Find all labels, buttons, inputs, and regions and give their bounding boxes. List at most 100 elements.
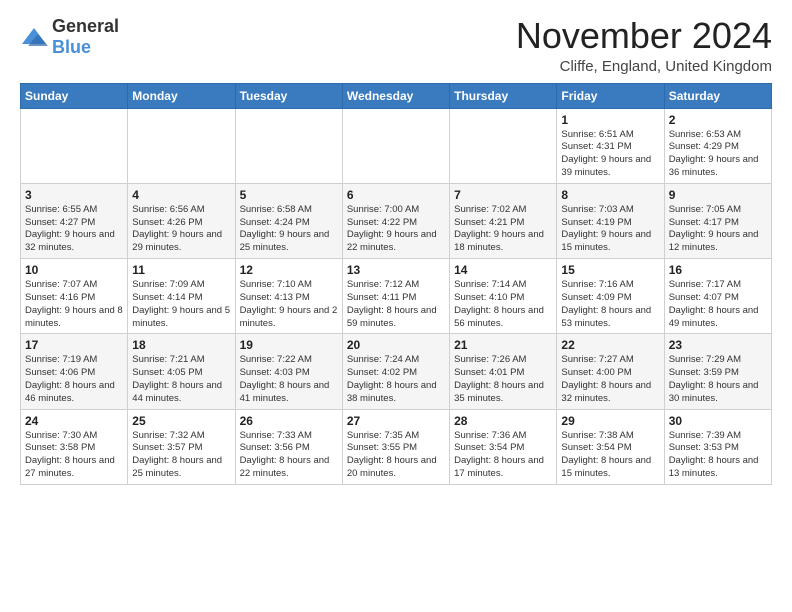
day-number: 14 — [454, 263, 552, 277]
day-number: 5 — [240, 188, 338, 202]
day-number: 11 — [132, 263, 230, 277]
calendar-week-row: 1 Sunrise: 6:51 AM Sunset: 4:31 PM Daylig… — [21, 108, 772, 183]
calendar-cell: 4 Sunrise: 6:56 AM Sunset: 4:26 PM Daylig… — [128, 183, 235, 258]
day-info: Sunrise: 6:55 AM Sunset: 4:27 PM Dayligh… — [25, 204, 123, 255]
calendar-cell: 12 Sunrise: 7:10 AM Sunset: 4:13 PM Dayli… — [235, 259, 342, 334]
calendar-cell: 29 Sunrise: 7:38 AM Sunset: 3:54 PM Dayli… — [557, 409, 664, 484]
calendar-week-row: 17Sunrise: 7:19 AM Sunset: 4:06 PM Dayli… — [21, 334, 772, 409]
calendar-cell: 19 Sunrise: 7:22 AM Sunset: 4:03 PM Dayli… — [235, 334, 342, 409]
calendar-cell: 3 Sunrise: 6:55 AM Sunset: 4:27 PM Daylig… — [21, 183, 128, 258]
day-info: Sunrise: 7:07 AM Sunset: 4:16 PM Dayligh… — [25, 279, 123, 330]
header-saturday: Saturday — [664, 83, 771, 108]
day-info: Sunrise: 7:30 AM Sunset: 3:58 PM Dayligh… — [25, 430, 123, 481]
calendar-cell: 1 Sunrise: 6:51 AM Sunset: 4:31 PM Daylig… — [557, 108, 664, 183]
day-number: 20 — [347, 338, 445, 352]
day-info: Sunrise: 7:14 AM Sunset: 4:10 PM Dayligh… — [454, 279, 552, 330]
calendar-cell: 7Sunrise: 7:02 AM Sunset: 4:21 PM Daylig… — [450, 183, 557, 258]
day-number: 13 — [347, 263, 445, 277]
page: General Blue November 2024 Cliffe, Engla… — [0, 0, 792, 495]
calendar-cell: 2Sunrise: 6:53 AM Sunset: 4:29 PM Daylig… — [664, 108, 771, 183]
logo-text: General Blue — [52, 16, 119, 58]
day-info: Sunrise: 7:33 AM Sunset: 3:56 PM Dayligh… — [240, 430, 338, 481]
header-friday: Friday — [557, 83, 664, 108]
calendar-cell: 11 Sunrise: 7:09 AM Sunset: 4:14 PM Dayli… — [128, 259, 235, 334]
day-number: 16 — [669, 263, 767, 277]
header: General Blue November 2024 Cliffe, Engla… — [20, 16, 772, 75]
calendar-cell: 20 Sunrise: 7:24 AM Sunset: 4:02 PM Dayli… — [342, 334, 449, 409]
day-number: 25 — [132, 414, 230, 428]
calendar-cell: 26 Sunrise: 7:33 AM Sunset: 3:56 PM Dayli… — [235, 409, 342, 484]
day-info: Sunrise: 7:16 AM Sunset: 4:09 PM Dayligh… — [561, 279, 659, 330]
day-info: Sunrise: 7:21 AM Sunset: 4:05 PM Dayligh… — [132, 354, 230, 405]
header-thursday: Thursday — [450, 83, 557, 108]
weekday-header-row: Sunday Monday Tuesday Wednesday Thursday… — [21, 83, 772, 108]
calendar-cell: 15 Sunrise: 7:16 AM Sunset: 4:09 PM Dayli… — [557, 259, 664, 334]
day-number: 28 — [454, 414, 552, 428]
day-number: 18 — [132, 338, 230, 352]
day-info: Sunrise: 7:38 AM Sunset: 3:54 PM Dayligh… — [561, 430, 659, 481]
day-number: 15 — [561, 263, 659, 277]
day-info: Sunrise: 6:56 AM Sunset: 4:26 PM Dayligh… — [132, 204, 230, 255]
day-number: 26 — [240, 414, 338, 428]
calendar-cell: 13 Sunrise: 7:12 AM Sunset: 4:11 PM Dayli… — [342, 259, 449, 334]
calendar-cell: 10 Sunrise: 7:07 AM Sunset: 4:16 PM Dayli… — [21, 259, 128, 334]
day-number: 22 — [561, 338, 659, 352]
calendar-cell — [235, 108, 342, 183]
day-info: Sunrise: 7:24 AM Sunset: 4:02 PM Dayligh… — [347, 354, 445, 405]
logo-general: General — [52, 16, 119, 36]
calendar-cell: 27 Sunrise: 7:35 AM Sunset: 3:55 PM Dayli… — [342, 409, 449, 484]
day-number: 10 — [25, 263, 123, 277]
day-number: 30 — [669, 414, 767, 428]
day-number: 27 — [347, 414, 445, 428]
calendar-cell: 17Sunrise: 7:19 AM Sunset: 4:06 PM Dayli… — [21, 334, 128, 409]
calendar-cell — [342, 108, 449, 183]
day-number: 3 — [25, 188, 123, 202]
calendar-week-row: 24Sunrise: 7:30 AM Sunset: 3:58 PM Dayli… — [21, 409, 772, 484]
day-number: 8 — [561, 188, 659, 202]
calendar-header: Sunday Monday Tuesday Wednesday Thursday… — [21, 83, 772, 108]
calendar-cell: 6 Sunrise: 7:00 AM Sunset: 4:22 PM Daylig… — [342, 183, 449, 258]
day-number: 23 — [669, 338, 767, 352]
day-number: 21 — [454, 338, 552, 352]
day-info: Sunrise: 7:36 AM Sunset: 3:54 PM Dayligh… — [454, 430, 552, 481]
calendar-cell: 25Sunrise: 7:32 AM Sunset: 3:57 PM Dayli… — [128, 409, 235, 484]
day-number: 4 — [132, 188, 230, 202]
day-info: Sunrise: 7:10 AM Sunset: 4:13 PM Dayligh… — [240, 279, 338, 330]
day-number: 12 — [240, 263, 338, 277]
day-number: 6 — [347, 188, 445, 202]
header-wednesday: Wednesday — [342, 83, 449, 108]
calendar-table: Sunday Monday Tuesday Wednesday Thursday… — [20, 83, 772, 485]
header-sunday: Sunday — [21, 83, 128, 108]
day-info: Sunrise: 7:26 AM Sunset: 4:01 PM Dayligh… — [454, 354, 552, 405]
calendar-cell: 14 Sunrise: 7:14 AM Sunset: 4:10 PM Dayli… — [450, 259, 557, 334]
calendar-week-row: 3 Sunrise: 6:55 AM Sunset: 4:27 PM Daylig… — [21, 183, 772, 258]
calendar-cell: 18 Sunrise: 7:21 AM Sunset: 4:05 PM Dayli… — [128, 334, 235, 409]
day-info: Sunrise: 7:35 AM Sunset: 3:55 PM Dayligh… — [347, 430, 445, 481]
day-info: Sunrise: 7:22 AM Sunset: 4:03 PM Dayligh… — [240, 354, 338, 405]
day-info: Sunrise: 7:02 AM Sunset: 4:21 PM Dayligh… — [454, 204, 552, 255]
calendar-cell: 16Sunrise: 7:17 AM Sunset: 4:07 PM Dayli… — [664, 259, 771, 334]
calendar-cell: 23 Sunrise: 7:29 AM Sunset: 3:59 PM Dayli… — [664, 334, 771, 409]
logo: General Blue — [20, 16, 119, 58]
logo-icon — [20, 26, 48, 48]
day-info: Sunrise: 6:51 AM Sunset: 4:31 PM Dayligh… — [561, 129, 659, 180]
calendar-cell: 22 Sunrise: 7:27 AM Sunset: 4:00 PM Dayli… — [557, 334, 664, 409]
day-number: 1 — [561, 113, 659, 127]
calendar-cell — [128, 108, 235, 183]
month-title: November 2024 — [516, 16, 772, 56]
title-block: November 2024 Cliffe, England, United Ki… — [516, 16, 772, 75]
day-info: Sunrise: 7:09 AM Sunset: 4:14 PM Dayligh… — [132, 279, 230, 330]
calendar-cell: 8Sunrise: 7:03 AM Sunset: 4:19 PM Daylig… — [557, 183, 664, 258]
day-info: Sunrise: 7:27 AM Sunset: 4:00 PM Dayligh… — [561, 354, 659, 405]
day-info: Sunrise: 7:29 AM Sunset: 3:59 PM Dayligh… — [669, 354, 767, 405]
day-info: Sunrise: 7:19 AM Sunset: 4:06 PM Dayligh… — [25, 354, 123, 405]
calendar-cell: 28 Sunrise: 7:36 AM Sunset: 3:54 PM Dayli… — [450, 409, 557, 484]
day-number: 29 — [561, 414, 659, 428]
header-tuesday: Tuesday — [235, 83, 342, 108]
calendar-cell: 30Sunrise: 7:39 AM Sunset: 3:53 PM Dayli… — [664, 409, 771, 484]
day-info: Sunrise: 7:12 AM Sunset: 4:11 PM Dayligh… — [347, 279, 445, 330]
location: Cliffe, England, United Kingdom — [516, 58, 772, 75]
calendar-cell — [450, 108, 557, 183]
day-number: 19 — [240, 338, 338, 352]
day-info: Sunrise: 7:00 AM Sunset: 4:22 PM Dayligh… — [347, 204, 445, 255]
